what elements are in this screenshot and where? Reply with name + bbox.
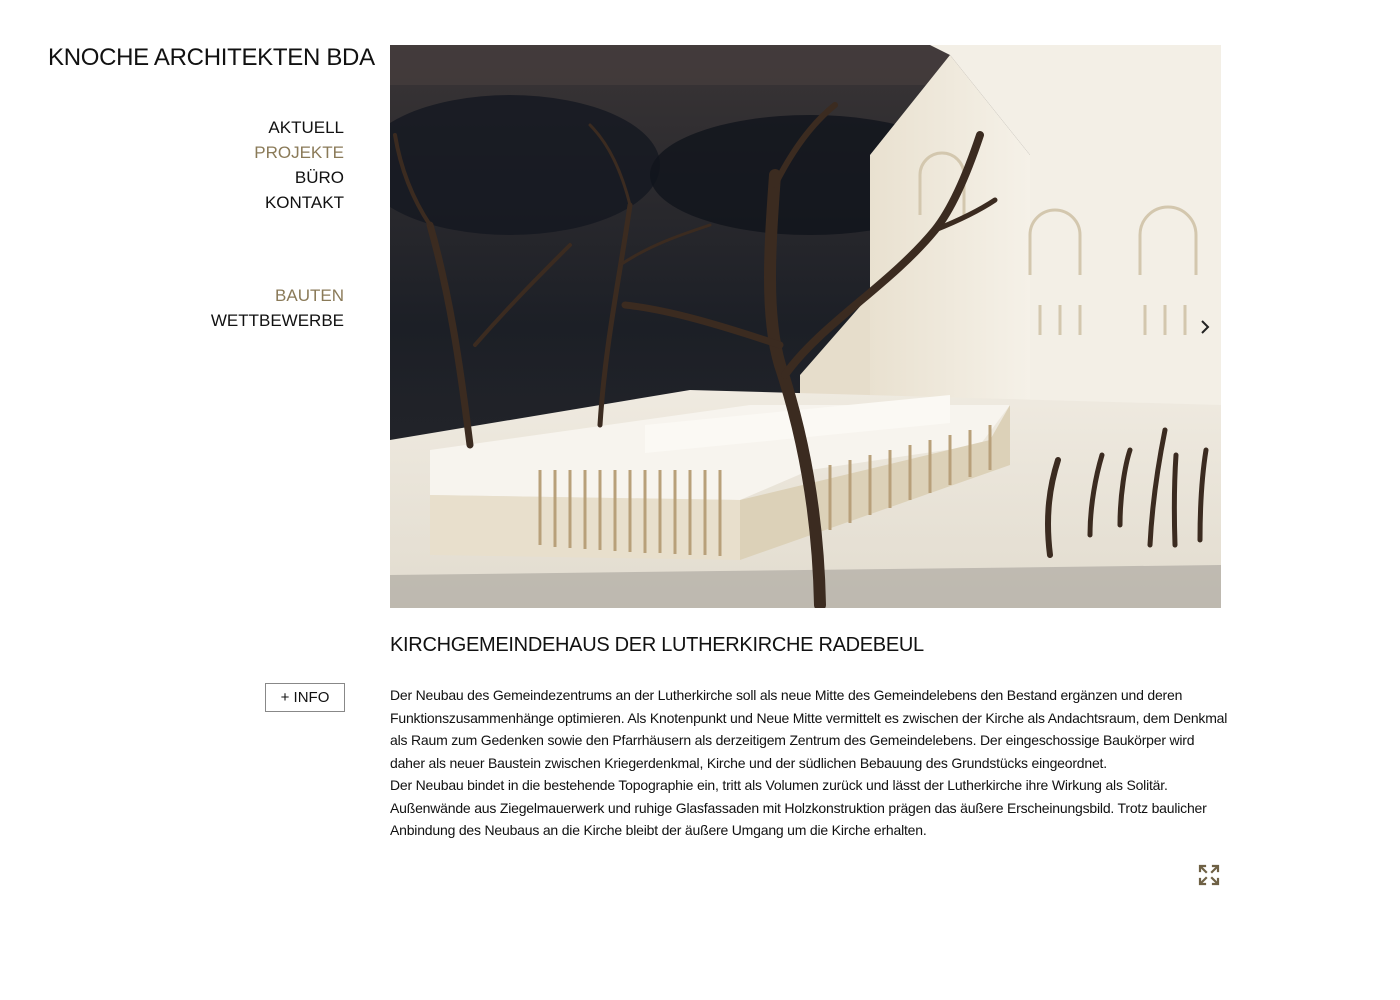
chevron-right-icon — [1201, 320, 1210, 334]
nav-item-projekte[interactable]: PROJEKTE — [254, 140, 344, 165]
fullscreen-button[interactable] — [1198, 864, 1220, 886]
project-image[interactable] — [390, 45, 1221, 608]
nav-item-buero[interactable]: BÜRO — [254, 165, 344, 190]
main-navigation: AKTUELL PROJEKTE BÜRO KONTAKT — [254, 115, 344, 215]
page: KNOCHE ARCHITEKTEN BDA AKTUELL PROJEKTE … — [0, 0, 1400, 1000]
sub-navigation: BAUTEN WETTBEWERBE — [211, 283, 344, 333]
next-image-button[interactable] — [1196, 316, 1214, 338]
project-description: Der Neubau des Gemeindezentrums an der L… — [390, 684, 1230, 842]
site-title[interactable]: KNOCHE ARCHITEKTEN BDA — [48, 44, 375, 72]
description-paragraph: Der Neubau des Gemeindezentrums an der L… — [390, 687, 1228, 771]
expand-icon — [1198, 864, 1220, 886]
nav-item-kontakt[interactable]: KONTAKT — [254, 190, 344, 215]
nav-item-aktuell[interactable]: AKTUELL — [254, 115, 344, 140]
subnav-item-bauten[interactable]: BAUTEN — [211, 283, 344, 308]
project-title: KIRCHGEMEINDEHAUS DER LUTHERKIRCHE RADEB… — [390, 634, 924, 656]
description-paragraph: Der Neubau bindet in die bestehende Topo… — [390, 777, 1207, 838]
info-button[interactable]: + INFO — [265, 683, 345, 712]
subnav-item-wettbewerbe[interactable]: WETTBEWERBE — [211, 308, 344, 333]
model-photo — [390, 45, 1221, 608]
